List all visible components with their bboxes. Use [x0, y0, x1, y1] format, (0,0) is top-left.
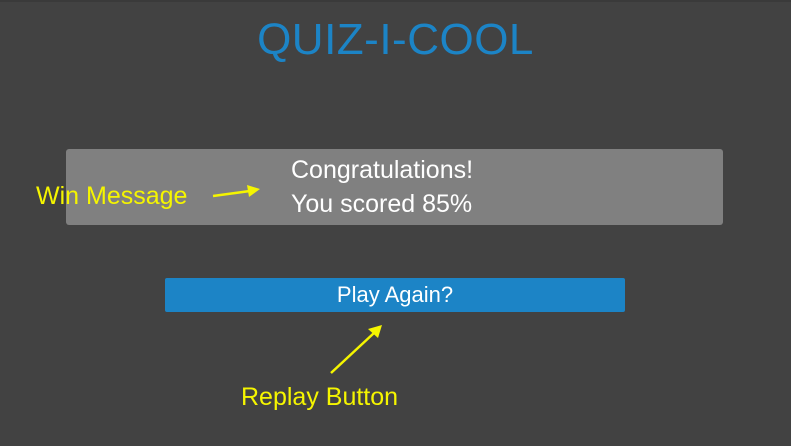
annotation-replay-button-label: Replay Button — [241, 383, 399, 411]
top-edge-strip — [0, 0, 791, 2]
annotation-win-message-label: Win Message — [36, 182, 188, 210]
annotation-arrow-replay-button — [330, 325, 382, 374]
app-title: QUIZ-I-COOL — [257, 15, 534, 64]
play-again-button[interactable]: Play Again? — [165, 278, 625, 312]
win-message-line-congrats: Congratulations! — [291, 156, 474, 184]
win-message-line-score: You scored 85% — [291, 190, 473, 218]
